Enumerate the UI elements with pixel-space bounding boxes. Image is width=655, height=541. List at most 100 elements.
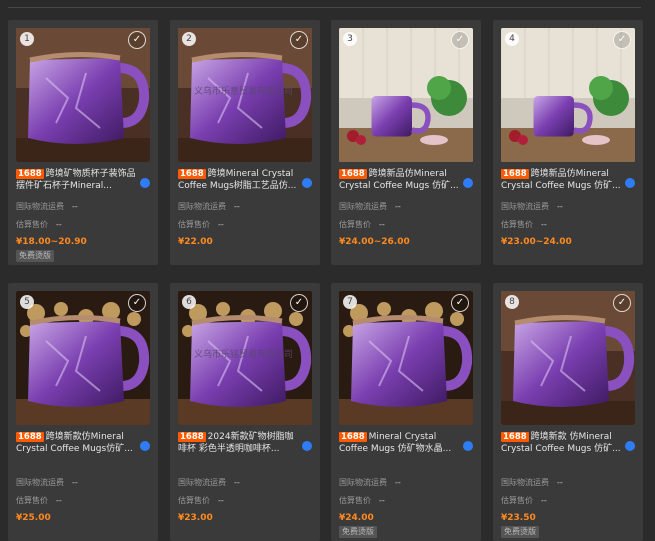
price-est-label: 估算售价 [501, 220, 533, 229]
shipping-label: 国际物流运费 [339, 202, 387, 211]
free-shipping-tag: 免费烫版 [501, 526, 539, 538]
shipping-row: 国际物流运费 -- [339, 201, 401, 212]
source-badge: 1688 [178, 432, 206, 442]
product-card[interactable]: 3 ✓ 1688 跨境新品仿Mineral Crystal Coffee Mugs… [331, 20, 481, 265]
mug-photo [16, 28, 150, 162]
watermark-text: 义乌市乐意贸易有限公司 [194, 87, 294, 97]
check-icon[interactable]: ✓ [613, 31, 631, 49]
source-badge: 1688 [16, 169, 44, 179]
source-badge: 1688 [339, 169, 367, 179]
price-est-value: -- [541, 496, 547, 505]
platform-icon[interactable] [302, 178, 312, 188]
shipping-row: 国际物流运费 -- [16, 477, 78, 488]
product-image[interactable]: 6 ✓ 义乌市乐铭贸易有限公司 [178, 291, 312, 425]
free-shipping-tag: 免费烫版 [16, 250, 54, 262]
top-divider [8, 7, 641, 8]
product-title[interactable]: 1688 跨境新品仿Mineral Crystal Coffee Mugs 仿矿.… [339, 168, 461, 194]
source-badge: 1688 [501, 432, 529, 442]
shipping-value: -- [72, 202, 78, 211]
shipping-row: 国际物流运费 -- [16, 201, 78, 212]
shipping-row: 国际物流运费 -- [501, 477, 563, 488]
shipping-value: -- [234, 478, 240, 487]
source-badge: 1688 [16, 432, 44, 442]
price-est-value: -- [56, 220, 62, 229]
price-est-row: 估算售价 -- [178, 495, 224, 506]
shipping-label: 国际物流运费 [16, 202, 64, 211]
mug-photo [339, 291, 473, 425]
shipping-row: 国际物流运费 -- [501, 201, 563, 212]
platform-icon[interactable] [625, 178, 635, 188]
product-price: ¥24.00~26.00 [339, 237, 410, 247]
product-image[interactable]: 5 ✓ [16, 291, 150, 425]
product-image[interactable]: 4 ✓ [501, 28, 635, 162]
platform-icon[interactable] [463, 178, 473, 188]
product-price: ¥23.00 [178, 513, 213, 523]
product-image[interactable]: 3 ✓ [339, 28, 473, 162]
product-title[interactable]: 1688 Mineral Crystal Coffee Mugs 仿矿物水晶... [339, 431, 461, 457]
price-est-row: 估算售价 -- [178, 219, 224, 230]
shipping-label: 国际物流运费 [178, 478, 226, 487]
price-est-row: 估算售价 -- [16, 219, 62, 230]
product-title[interactable]: 1688 跨境新款 仿Mineral Crystal Coffee Mugs 仿矿… [501, 431, 623, 457]
shipping-value: -- [557, 478, 563, 487]
product-card[interactable]: 8 ✓ 1688 跨境新款 仿Mineral Crystal Coffee Mug… [493, 283, 643, 541]
product-title[interactable]: 1688 跨境新款仿Mineral Crystal Coffee Mugs仿矿..… [16, 431, 138, 457]
item-number: 1 [20, 32, 34, 46]
check-icon[interactable]: ✓ [451, 31, 469, 49]
price-est-row: 估算售价 -- [16, 495, 62, 506]
shipping-label: 国际物流运费 [339, 478, 387, 487]
product-title[interactable]: 1688 2024新款矿物树脂咖啡杯 彩色半透明咖啡杯... [178, 431, 300, 457]
shipping-row: 国际物流运费 -- [339, 477, 401, 488]
check-icon[interactable]: ✓ [451, 294, 469, 312]
product-title[interactable]: 1688 跨境新品仿Mineral Crystal Coffee Mugs 仿矿.… [501, 168, 623, 194]
product-price: ¥25.00 [16, 513, 51, 523]
product-card[interactable]: 1 ✓ 1688 跨境矿物质杯子装饰品摆件矿石杯子Mineral... 国际物流运… [8, 20, 158, 265]
check-icon[interactable]: ✓ [128, 31, 146, 49]
product-card[interactable]: 5 ✓ 1688 跨境新款仿Mineral Crystal Coffee Mugs… [8, 283, 158, 541]
item-number: 6 [182, 295, 196, 309]
item-number: 7 [343, 295, 357, 309]
watermark-text: 义乌市乐铭贸易有限公司 [194, 350, 294, 360]
check-icon[interactable]: ✓ [290, 31, 308, 49]
product-price: ¥22.00 [178, 237, 213, 247]
shipping-label: 国际物流运费 [16, 478, 64, 487]
shipping-label: 国际物流运费 [178, 202, 226, 211]
check-icon[interactable]: ✓ [613, 294, 631, 312]
shipping-value: -- [234, 202, 240, 211]
check-icon[interactable]: ✓ [128, 294, 146, 312]
price-est-row: 估算售价 -- [339, 495, 385, 506]
platform-icon[interactable] [140, 441, 150, 451]
product-title[interactable]: 1688 跨境Mineral Crystal Coffee Mugs树脂工艺品仿.… [178, 168, 300, 194]
item-number: 5 [20, 295, 34, 309]
source-badge: 1688 [501, 169, 529, 179]
product-card[interactable]: 7 ✓ 1688 Mineral Crystal Coffee Mugs 仿矿物水… [331, 283, 481, 541]
platform-icon[interactable] [302, 441, 312, 451]
product-image[interactable]: 8 ✓ [501, 291, 635, 425]
platform-icon[interactable] [463, 441, 473, 451]
price-est-value: -- [379, 220, 385, 229]
product-title[interactable]: 1688 跨境矿物质杯子装饰品摆件矿石杯子Mineral... [16, 168, 138, 194]
shipping-value: -- [557, 202, 563, 211]
shipping-value: -- [72, 478, 78, 487]
product-card[interactable]: 6 ✓ 义乌市乐铭贸易有限公司 1688 2024新款矿物树脂咖啡杯 彩色半透明咖… [170, 283, 320, 541]
source-badge: 1688 [339, 432, 367, 442]
product-card[interactable]: 2 ✓ 义乌市乐意贸易有限公司 1688 跨境Mineral Crystal Co… [170, 20, 320, 265]
item-number: 3 [343, 32, 357, 46]
product-image[interactable]: 2 ✓ 义乌市乐意贸易有限公司 [178, 28, 312, 162]
price-est-row: 估算售价 -- [501, 495, 547, 506]
product-card[interactable]: 4 ✓ 1688 跨境新品仿Mineral Crystal Coffee Mugs… [493, 20, 643, 265]
product-image[interactable]: 1 ✓ [16, 28, 150, 162]
product-image[interactable]: 7 ✓ [339, 291, 473, 425]
free-shipping-tag: 免费烫版 [339, 526, 377, 538]
platform-icon[interactable] [140, 178, 150, 188]
price-est-label: 估算售价 [16, 496, 48, 505]
price-est-label: 估算售价 [339, 220, 371, 229]
item-number: 4 [505, 32, 519, 46]
shipping-value: -- [395, 478, 401, 487]
source-badge: 1688 [178, 169, 206, 179]
platform-icon[interactable] [625, 441, 635, 451]
price-est-value: -- [56, 496, 62, 505]
check-icon[interactable]: ✓ [290, 294, 308, 312]
mug-photo [339, 28, 473, 162]
price-est-value: -- [379, 496, 385, 505]
